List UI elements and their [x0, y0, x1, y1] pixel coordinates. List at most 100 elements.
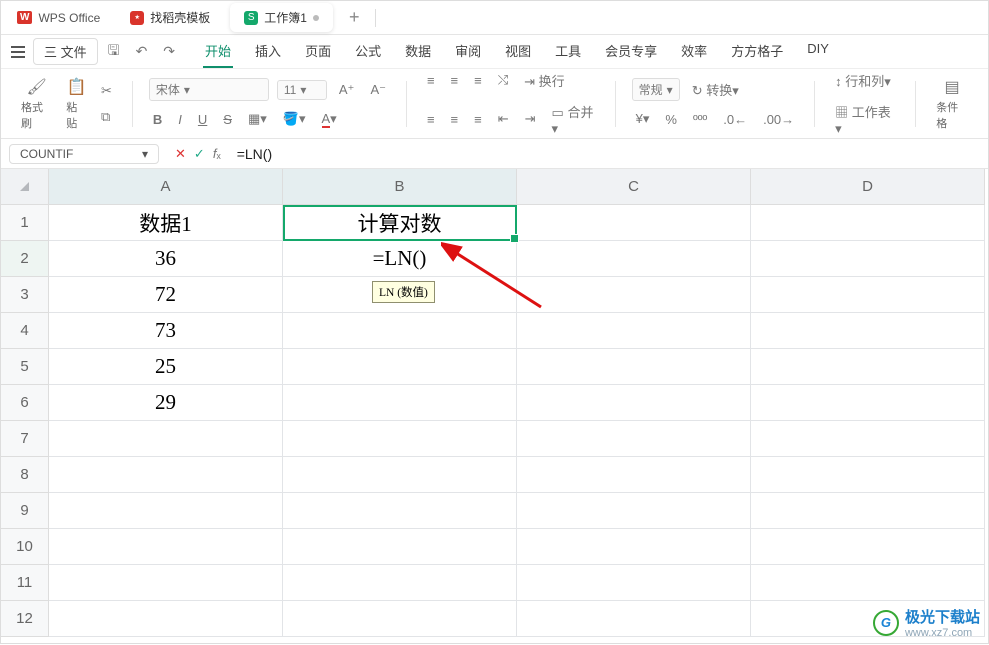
font-name-select[interactable]: 宋体▾ [149, 78, 269, 101]
cell-C1[interactable] [517, 205, 751, 241]
cell-A11[interactable] [49, 565, 283, 601]
tab-insert[interactable]: 插入 [253, 35, 283, 68]
cell-B4[interactable] [283, 313, 517, 349]
cell-C11[interactable] [517, 565, 751, 601]
new-tab-button[interactable]: + [339, 7, 370, 28]
cell-A9[interactable] [49, 493, 283, 529]
row-header[interactable]: 2 [1, 241, 49, 277]
percent-icon[interactable]: % [661, 110, 681, 129]
cell-D9[interactable] [751, 493, 985, 529]
tab-member[interactable]: 会员专享 [603, 35, 659, 68]
cancel-icon[interactable]: ✕ [175, 146, 186, 162]
row-header[interactable]: 1 [1, 205, 49, 241]
row-header[interactable]: 6 [1, 385, 49, 421]
cell-D7[interactable] [751, 421, 985, 457]
align-bottom-icon[interactable]: ≡ [470, 71, 486, 90]
cell-C3[interactable] [517, 277, 751, 313]
align-top-icon[interactable]: ≡ [423, 71, 439, 90]
tab-workbook[interactable]: S 工作簿1 [230, 3, 333, 32]
cell-A12[interactable] [49, 601, 283, 637]
cell-D4[interactable] [751, 313, 985, 349]
number-format-select[interactable]: 常规▾ [632, 78, 680, 101]
col-header-B[interactable]: B [283, 169, 517, 205]
indent-decrease-icon[interactable]: ⇤ [494, 109, 513, 129]
row-header[interactable]: 5 [1, 349, 49, 385]
cell-A8[interactable] [49, 457, 283, 493]
currency-icon[interactable]: ¥▾ [632, 109, 654, 129]
fill-color-icon[interactable]: 🪣▾ [279, 109, 310, 129]
col-header-D[interactable]: D [751, 169, 985, 205]
row-header[interactable]: 12 [1, 601, 49, 637]
increase-decimal-icon[interactable]: .00→ [759, 110, 798, 129]
col-header-A[interactable]: A [49, 169, 283, 205]
redo-icon[interactable]: ↷ [157, 40, 181, 63]
cell-C8[interactable] [517, 457, 751, 493]
cell-B8[interactable] [283, 457, 517, 493]
cell-B6[interactable] [283, 385, 517, 421]
tab-templates[interactable]: ⭑ 找稻壳模板 [116, 3, 224, 32]
cell-B2-active[interactable]: =LN() [283, 241, 517, 277]
cell-C2[interactable] [517, 241, 751, 277]
cell-D11[interactable] [751, 565, 985, 601]
cell-D5[interactable] [751, 349, 985, 385]
decrease-font-icon[interactable]: A⁻ [366, 80, 390, 100]
tab-efficiency[interactable]: 效率 [679, 35, 709, 68]
cell-D3[interactable] [751, 277, 985, 313]
cell-A10[interactable] [49, 529, 283, 565]
font-size-select[interactable]: 11▾ [277, 80, 327, 100]
strike-icon[interactable]: S [219, 110, 236, 129]
align-center-icon[interactable]: ≡ [447, 110, 463, 129]
row-header[interactable]: 10 [1, 529, 49, 565]
row-header[interactable]: 7 [1, 421, 49, 457]
cell-D2[interactable] [751, 241, 985, 277]
tab-page[interactable]: 页面 [303, 35, 333, 68]
cell-A1[interactable]: 数据1 [49, 205, 283, 241]
border-icon[interactable]: ▦▾ [244, 109, 271, 129]
fx-icon[interactable]: fₓ [213, 146, 221, 161]
name-box[interactable]: COUNTIF ▾ [9, 144, 159, 164]
cell-A2[interactable]: 36 [49, 241, 283, 277]
cell-D8[interactable] [751, 457, 985, 493]
cell-B7[interactable] [283, 421, 517, 457]
merge-cells-button[interactable]: ▭ 合并▾ [548, 100, 599, 139]
hamburger-icon[interactable] [7, 42, 29, 62]
align-left-icon[interactable]: ≡ [423, 110, 439, 129]
tab-formula[interactable]: 公式 [353, 35, 383, 68]
file-menu[interactable]: 三 文件 [33, 38, 98, 65]
worksheet-button[interactable]: ▦ 工作表▾ [831, 100, 899, 139]
row-header[interactable]: 9 [1, 493, 49, 529]
tab-data[interactable]: 数据 [403, 35, 433, 68]
cell-C5[interactable] [517, 349, 751, 385]
cell-B5[interactable] [283, 349, 517, 385]
formula-input[interactable]: =LN() [229, 144, 988, 164]
cell-A4[interactable]: 73 [49, 313, 283, 349]
underline-icon[interactable]: U [194, 110, 211, 129]
tab-diy[interactable]: DIY [805, 35, 831, 68]
row-header[interactable]: 4 [1, 313, 49, 349]
cell-A5[interactable]: 25 [49, 349, 283, 385]
cell-D10[interactable] [751, 529, 985, 565]
row-header[interactable]: 11 [1, 565, 49, 601]
cell-B11[interactable] [283, 565, 517, 601]
undo-icon[interactable]: ↶ [130, 40, 154, 63]
conditional-format-button[interactable]: ▤条件格 [932, 75, 972, 133]
accept-icon[interactable]: ✓ [194, 146, 205, 162]
cell-C12[interactable] [517, 601, 751, 637]
decrease-decimal-icon[interactable]: .0← [719, 110, 751, 129]
tab-tools[interactable]: 工具 [553, 35, 583, 68]
col-header-C[interactable]: C [517, 169, 751, 205]
cell-A6[interactable]: 29 [49, 385, 283, 421]
cut-icon[interactable]: ✂ [97, 81, 116, 101]
cell-A7[interactable] [49, 421, 283, 457]
orientation-icon[interactable]: ⤭ [494, 70, 512, 90]
tab-ffgz[interactable]: 方方格子 [729, 35, 785, 68]
copy-icon[interactable]: ⧉ [97, 107, 116, 127]
tab-home[interactable]: 开始 [203, 35, 233, 68]
italic-icon[interactable]: I [174, 110, 186, 129]
cell-A3[interactable]: 72 [49, 277, 283, 313]
row-col-button[interactable]: ↕ 行和列▾ [831, 69, 899, 92]
font-color-icon[interactable]: A▾ [318, 109, 341, 129]
increase-font-icon[interactable]: A⁺ [335, 80, 359, 100]
cell-C4[interactable] [517, 313, 751, 349]
grid[interactable]: A B C D 1 数据1 计算对数 2 36 =LN() 3 72 4 73 … [1, 169, 988, 637]
